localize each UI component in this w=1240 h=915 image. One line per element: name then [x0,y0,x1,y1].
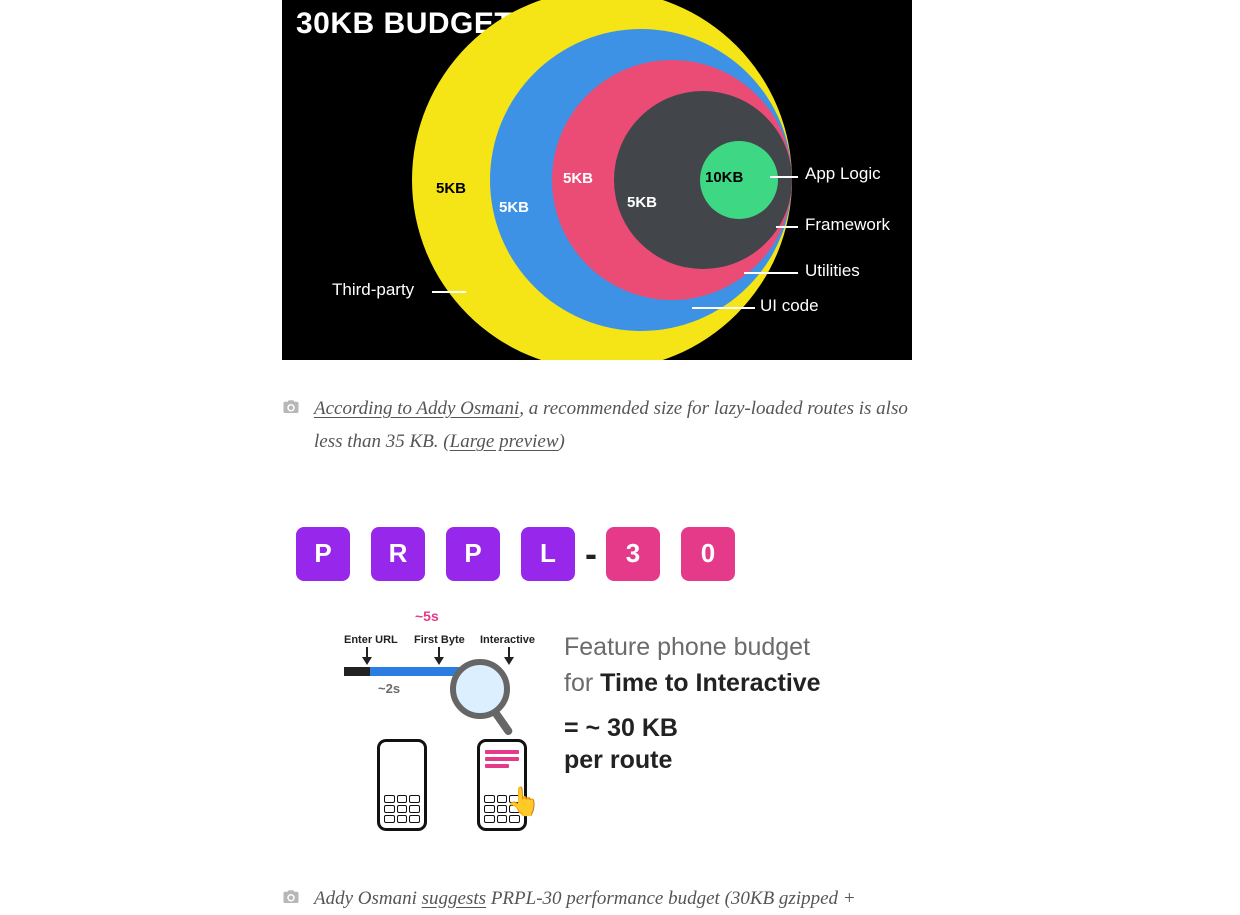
box-zero: 0 [681,527,735,581]
label-blue: 5KB [499,199,529,216]
budget-diagram: 30KB BUDGET 5KB 5KB 5KB 5KB 10KB App Log… [282,0,912,360]
prpl-sub: = ~ 30 KB per route [564,712,678,777]
label-first-byte: First Byte [414,634,465,646]
hyphen: - [585,533,597,575]
caption-1: According to Addy Osmani, a recommended … [282,392,912,459]
caption-text: According to Addy Osmani, a recommended … [314,392,912,459]
label-2s: ~2s [378,681,400,696]
headline-line2a: for [564,669,600,697]
headline-line1: Feature phone budget [564,633,810,661]
timeline-bar [344,667,370,676]
arrow-icon [362,647,372,667]
box-p2: P [446,527,500,581]
prpl-headline: Feature phone budget for Time to Interac… [564,629,821,702]
headline-line2b: Time to Interactive [600,669,820,697]
label-yellow: 5KB [436,180,466,197]
box-p1: P [296,527,350,581]
callout-ui-code: UI code [760,296,819,316]
callout-line [776,226,798,228]
box-three: 3 [606,527,660,581]
callout-line [692,307,755,309]
caption-text: Addy Osmani suggests PRPL-30 performance… [314,882,856,915]
label-gray: 5KB [627,194,657,211]
callout-framework: Framework [805,215,890,235]
caption2-post: PRPL-30 performance budget (30KB gzipped… [486,888,856,909]
caption-2: Addy Osmani suggests PRPL-30 performance… [282,882,912,915]
label-5s: ~5s [415,608,439,624]
prpl-figure: P R P L - 3 0 Feature phone budget for T… [282,507,912,850]
magnifier-icon [450,659,510,719]
arrow-icon [434,647,444,667]
camera-icon [282,888,300,906]
caption-tail: ) [559,431,565,452]
callout-line [744,272,798,274]
label-interactive: Interactive [480,634,535,646]
sub-line1: = ~ 30 KB [564,714,678,742]
hand-icon: 👆 [506,785,541,818]
callout-utilities: Utilities [805,261,860,281]
callout-line [770,176,798,178]
link-addy-osmani[interactable]: According to Addy Osmani [314,398,519,419]
label-enter-url: Enter URL [344,634,398,646]
callout-app-logic: App Logic [805,164,881,184]
phone-icon [377,739,427,831]
box-r: R [371,527,425,581]
sub-line2: per route [564,746,672,774]
caption2-pre: Addy Osmani [314,888,422,909]
box-l: L [521,527,575,581]
callout-line [432,291,466,293]
link-large-preview[interactable]: Large preview [450,431,559,452]
callout-third-party: Third-party [332,280,414,300]
camera-icon [282,398,300,416]
link-suggests[interactable]: suggests [422,888,486,909]
label-green: 10KB [705,169,743,186]
label-pink: 5KB [563,170,593,187]
